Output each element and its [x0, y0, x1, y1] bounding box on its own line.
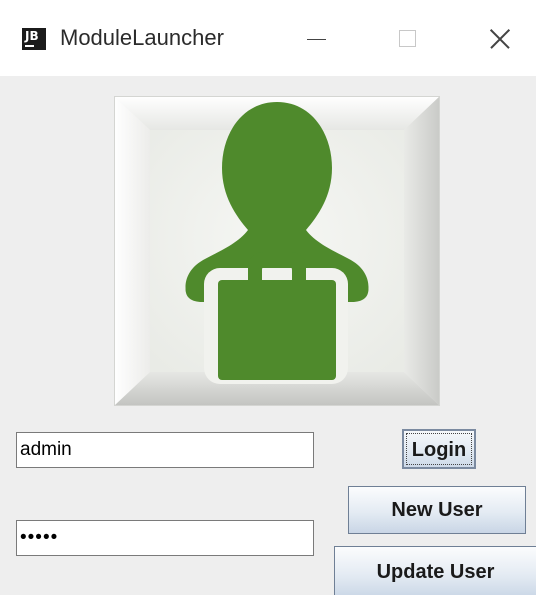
- minimize-icon[interactable]: [290, 18, 344, 58]
- password-field[interactable]: •••••: [16, 520, 314, 556]
- update-user-button[interactable]: Update User: [334, 546, 536, 595]
- username-field[interactable]: admin: [16, 432, 314, 468]
- close-icon[interactable]: [470, 18, 524, 58]
- user-logo-image: [114, 96, 440, 406]
- login-button[interactable]: Login: [402, 429, 476, 469]
- window-title: ModuleLauncher: [60, 25, 224, 50]
- title-bar[interactable]: JB ModuleLauncher: [0, 0, 536, 76]
- new-user-button[interactable]: New User: [348, 486, 526, 534]
- app-icon-label: JB: [25, 29, 39, 43]
- app-icon: JB: [22, 28, 46, 50]
- module-launcher-window: JB ModuleLauncher admin ••••• Login New …: [0, 0, 536, 595]
- user-briefcase-icon: [114, 96, 440, 406]
- maximize-icon[interactable]: [380, 18, 434, 58]
